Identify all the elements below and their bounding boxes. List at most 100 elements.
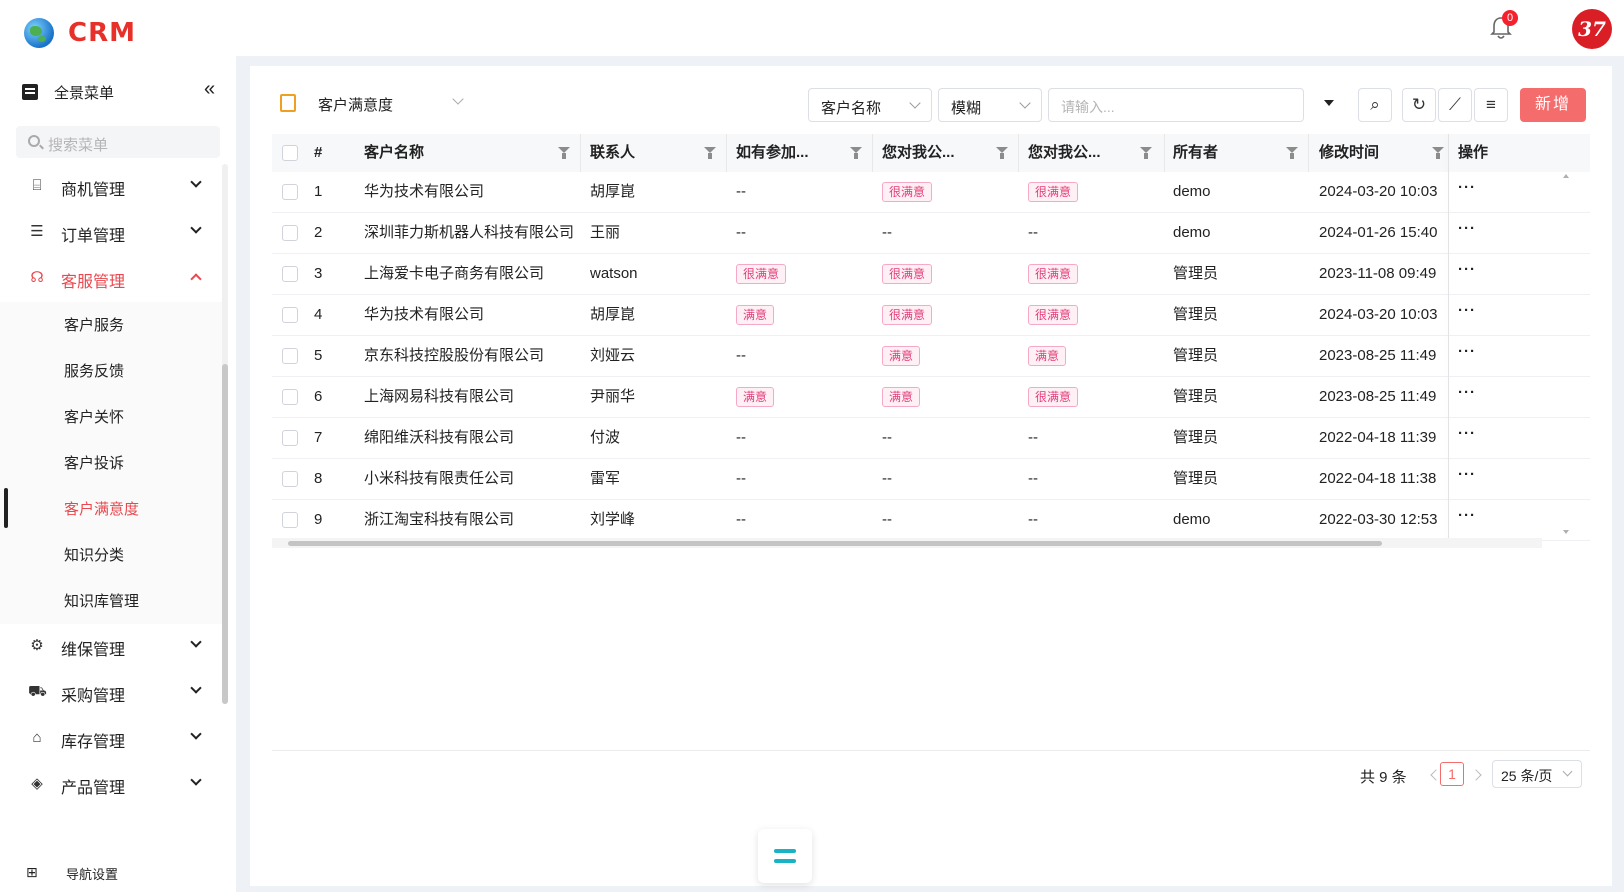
refresh-button[interactable]: ↻	[1402, 88, 1436, 122]
chart-button[interactable]: ⟋	[1438, 88, 1472, 122]
column-header-question-2[interactable]: 您对我公...	[882, 134, 955, 172]
sidebar-item-customer-service[interactable]: ☊ 客服管理	[0, 256, 222, 300]
table-row[interactable]: 4 华为技术有限公司 胡厚崑 满意 很满意 很满意 管理员 2024-03-20 10:03 ·…	[272, 295, 1590, 336]
avatar[interactable]: 37	[1572, 9, 1612, 49]
search-input[interactable]: 请输入...	[1048, 88, 1304, 122]
satisfaction-cell: --	[1028, 459, 1038, 499]
customer-name-link[interactable]: 浙江淘宝科技有限公司	[364, 500, 514, 540]
customer-name-link[interactable]: 京东科技控股股份有限公司	[364, 336, 544, 376]
pagination-total: 共 9 条	[1360, 769, 1407, 786]
column-settings-button[interactable]: ≡	[1474, 88, 1508, 122]
submenu-item-care[interactable]: 客户关怀	[0, 394, 222, 439]
more-actions-icon[interactable]: ···	[1458, 250, 1476, 290]
row-checkbox[interactable]	[282, 266, 298, 282]
caret-down-icon[interactable]	[1324, 100, 1334, 106]
vertical-scrollbar[interactable]	[1562, 174, 1570, 534]
column-header-owner[interactable]: 所有者	[1173, 134, 1218, 172]
customer-name-link[interactable]: 华为技术有限公司	[364, 172, 484, 212]
customer-name-link[interactable]: 上海爱卡电子商务有限公司	[364, 254, 544, 294]
submenu-item-service[interactable]: 客户服务	[0, 302, 222, 347]
row-checkbox[interactable]	[282, 430, 298, 446]
table-row[interactable]: 7 绵阳维沃科技有限公司 付波 -- -- -- 管理员 2022-04-18 11:39 ··…	[272, 418, 1590, 459]
customer-name-link[interactable]: 绵阳维沃科技有限公司	[364, 418, 514, 458]
column-header-question-3[interactable]: 您对我公...	[1028, 134, 1101, 172]
table-row[interactable]: 3 上海爱卡电子商务有限公司 watson 很满意 很满意 很满意 管理员 2023-11-0…	[272, 254, 1590, 295]
submenu-item-satisfaction[interactable]: 客户满意度	[0, 486, 222, 531]
filter-icon[interactable]	[1286, 147, 1298, 159]
search-button[interactable]: ⌕	[1358, 88, 1392, 122]
filter-icon[interactable]	[1432, 147, 1444, 159]
table-row[interactable]: 2 深圳菲力斯机器人科技有限公司 王丽 -- -- -- demo 2024-01-26 15…	[272, 213, 1590, 254]
column-header-contact[interactable]: 联系人	[590, 134, 635, 172]
owner-name: 管理员	[1173, 265, 1219, 282]
column-header-modified[interactable]: 修改时间	[1319, 134, 1379, 172]
filter-icon[interactable]	[558, 147, 570, 159]
table-row[interactable]: 8 小米科技有限责任公司 雷军 -- -- -- 管理员 2022-04-18 11:38 ··…	[272, 459, 1590, 500]
match-mode-select[interactable]: 模糊	[938, 88, 1042, 122]
next-page-icon[interactable]	[1470, 769, 1482, 781]
row-checkbox[interactable]	[282, 307, 298, 323]
more-actions-icon[interactable]: ···	[1458, 496, 1476, 536]
contact-name: 雷军	[590, 470, 621, 487]
customer-name-link[interactable]: 深圳菲力斯机器人科技有限公司	[364, 213, 574, 253]
sidebar-item-product[interactable]: ◈ 产品管理	[0, 762, 222, 806]
sidebar-scrollbar[interactable]	[222, 164, 228, 704]
floating-menu-button[interactable]	[758, 829, 812, 883]
page-size-select[interactable]: 25 条/页	[1492, 760, 1582, 788]
more-actions-icon[interactable]: ···	[1458, 455, 1476, 495]
table-row[interactable]: 9 浙江淘宝科技有限公司 刘学峰 -- -- -- demo 2022-03-30 12:53…	[272, 500, 1590, 541]
submenu-item-knowledge-base[interactable]: 知识库管理	[0, 578, 222, 623]
more-actions-icon[interactable]: ···	[1458, 332, 1476, 372]
search-icon: ⌕	[1370, 95, 1380, 114]
submenu-item-knowledge-category[interactable]: 知识分类	[0, 532, 222, 577]
collapse-icon[interactable]: «	[204, 78, 215, 101]
sidebar-item-label: 维保管理	[61, 642, 126, 659]
more-actions-icon[interactable]: ···	[1458, 168, 1476, 208]
horizontal-scrollbar[interactable]	[272, 538, 1542, 548]
row-checkbox[interactable]	[282, 471, 298, 487]
more-actions-icon[interactable]: ···	[1458, 414, 1476, 454]
table-row[interactable]: 5 京东科技控股股份有限公司 刘娅云 -- 满意 满意 管理员 2023-08-25 11:4…	[272, 336, 1590, 377]
more-actions-icon[interactable]: ···	[1458, 373, 1476, 413]
search-field-value: 客户名称	[821, 100, 882, 117]
customer-name-link[interactable]: 华为技术有限公司	[364, 295, 484, 335]
current-page-button[interactable]: 1	[1440, 762, 1464, 786]
filter-icon[interactable]	[704, 147, 716, 159]
row-checkbox[interactable]	[282, 389, 298, 405]
sidebar-item-opportunity[interactable]: ⌸ 商机管理	[0, 164, 222, 208]
sidebar-item-maintenance[interactable]: ⚙ 维保管理	[0, 624, 222, 668]
sidebar-item-inventory[interactable]: ⌂ 库存管理	[0, 716, 222, 760]
row-checkbox[interactable]	[282, 512, 298, 528]
cart-icon: ⛟	[28, 683, 47, 700]
satisfaction-tag: 满意	[882, 346, 921, 367]
submenu-item-complaint[interactable]: 客户投诉	[0, 440, 222, 485]
new-button[interactable]: 新增	[1520, 88, 1586, 122]
filter-icon[interactable]	[1140, 147, 1152, 159]
sidebar-item-purchase[interactable]: ⛟ 采购管理	[0, 670, 222, 714]
column-header-question-1[interactable]: 如有参加...	[736, 134, 809, 172]
more-actions-icon[interactable]: ···	[1458, 291, 1476, 331]
column-header-customer[interactable]: 客户名称	[364, 134, 424, 172]
table-row[interactable]: 6 上海网易科技有限公司 尹丽华 满意 满意 很满意 管理员 2023-08-25 11:49…	[272, 377, 1590, 418]
more-actions-icon[interactable]: ···	[1458, 209, 1476, 249]
row-checkbox[interactable]	[282, 348, 298, 364]
view-label: 客户满意度	[318, 97, 394, 114]
contact-name: watson	[590, 265, 638, 282]
top-bar: CRM 0 37	[0, 0, 1624, 56]
owner-name: demo	[1173, 224, 1211, 241]
app-logo[interactable]: CRM	[24, 18, 136, 48]
customer-name-link[interactable]: 小米科技有限责任公司	[364, 459, 514, 499]
table-row[interactable]: 1 华为技术有限公司 胡厚崑 -- 很满意 很满意 demo 2024-03-20 10:03…	[272, 172, 1590, 213]
row-checkbox[interactable]	[282, 184, 298, 200]
row-checkbox[interactable]	[282, 225, 298, 241]
filter-icon[interactable]	[850, 147, 862, 159]
customer-name-link[interactable]: 上海网易科技有限公司	[364, 377, 514, 417]
menu-search-input[interactable]: 搜索菜单	[16, 126, 220, 158]
submenu-item-label: 客户满意度	[64, 501, 140, 518]
submenu-item-feedback[interactable]: 服务反馈	[0, 348, 222, 393]
select-all-checkbox[interactable]	[282, 145, 298, 161]
search-field-select[interactable]: 客户名称	[808, 88, 932, 122]
satisfaction-tag: 很满意	[882, 182, 933, 203]
filter-icon[interactable]	[996, 147, 1008, 159]
sidebar-item-orders[interactable]: ☰ 订单管理	[0, 210, 222, 254]
